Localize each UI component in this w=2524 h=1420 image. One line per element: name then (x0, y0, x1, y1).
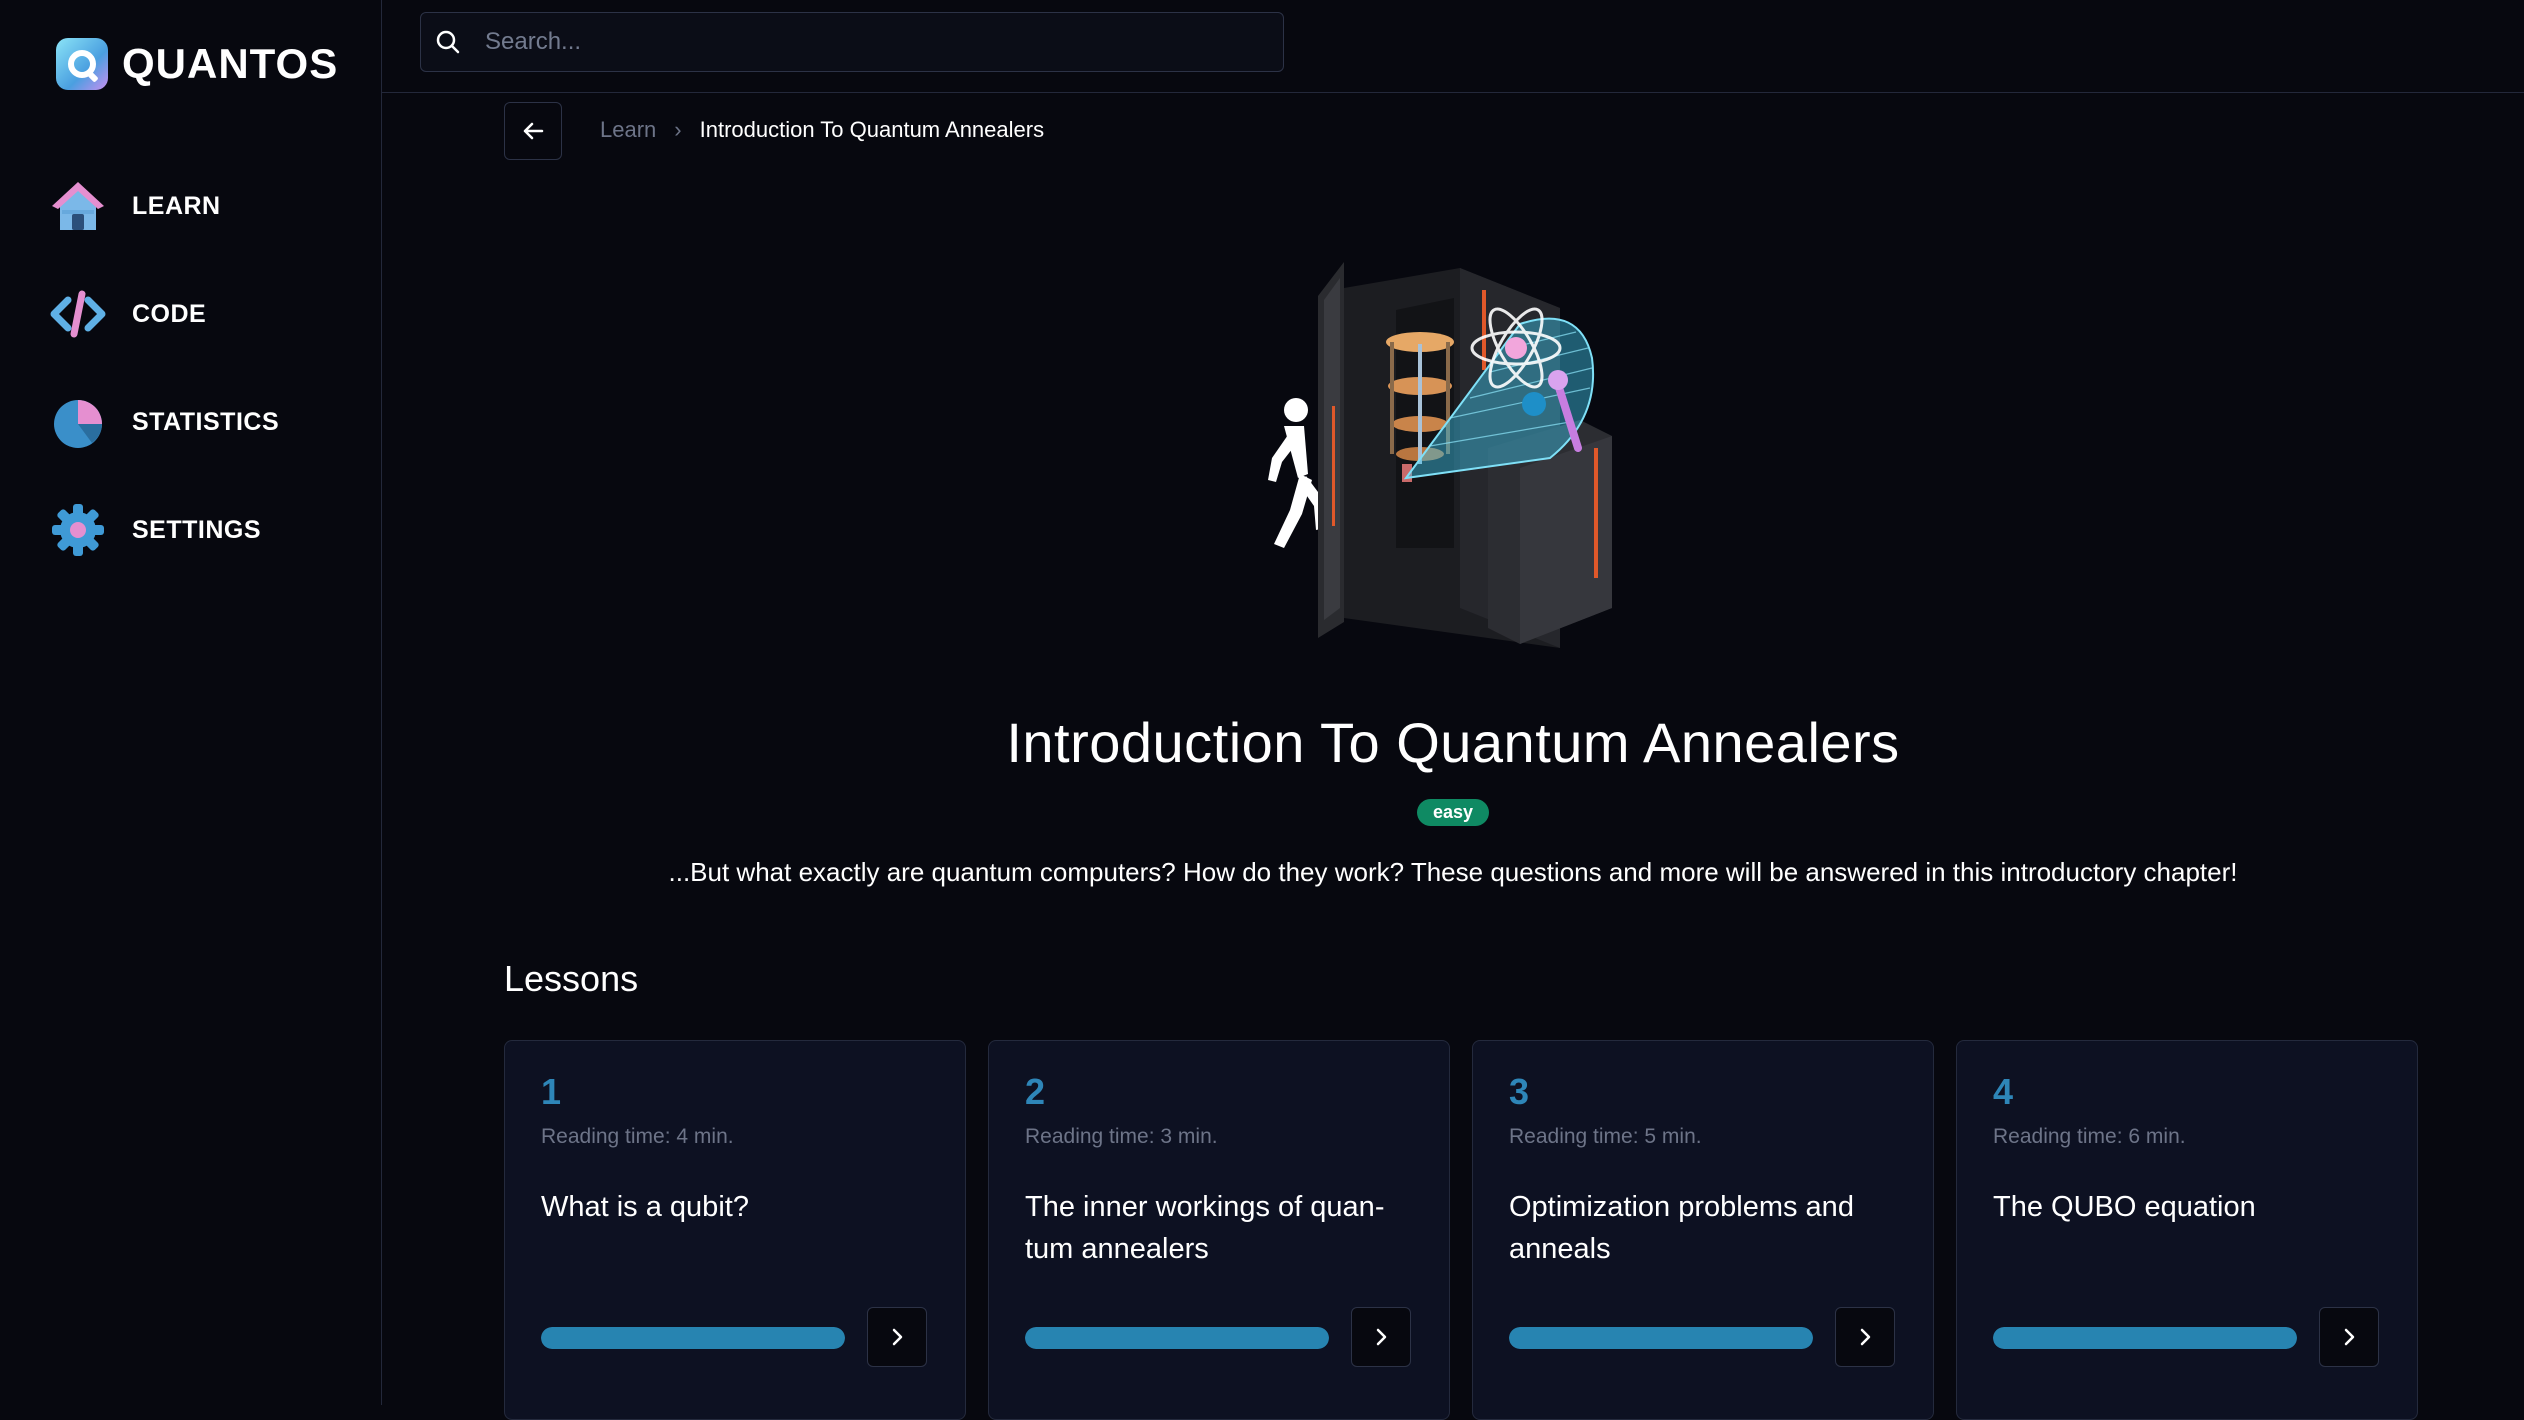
lesson-progress-bar (1025, 1327, 1329, 1349)
home-icon (52, 182, 104, 230)
difficulty-badge: easy (1416, 799, 1490, 826)
sidebar: QUANTOS LEARN CODE STATISTICS SETTINGS (0, 0, 382, 1405)
chevron-right-icon (1860, 1328, 1871, 1346)
arrow-left-icon (523, 122, 544, 140)
chevron-right-icon: › (674, 117, 682, 142)
sidebar-item-label: SETTINGS (132, 515, 262, 544)
quantum-annealer-illustration (1268, 262, 1612, 648)
open-lesson-button[interactable] (2319, 1307, 2379, 1367)
lesson-card[interactable]: 2 Reading time: 3 min. The inner working… (988, 1040, 1450, 1420)
sidebar-item-settings[interactable]: SETTINGS (48, 500, 261, 560)
lesson-title: The inner workings of quan-tum annealers (1025, 1191, 1385, 1265)
breadcrumb-learn-link[interactable]: Learn (600, 117, 656, 143)
lesson-card[interactable]: 1 Reading time: 4 min. What is a qubit? (504, 1040, 966, 1420)
course-description: ...But what exactly are quantum computer… (668, 857, 2238, 887)
search-input[interactable] (483, 27, 1267, 57)
chevron-right-icon (2344, 1328, 2355, 1346)
lesson-reading-time: Reading time: 3 min. (1025, 1125, 1218, 1148)
lesson-number: 2 (1025, 1071, 1046, 1112)
search-icon (436, 30, 460, 54)
lesson-title: The QUBO equation (1993, 1191, 2256, 1223)
open-lesson-button[interactable] (1835, 1307, 1895, 1367)
chevron-right-icon (892, 1328, 903, 1346)
sidebar-item-label: STATISTICS (132, 407, 280, 436)
lesson-title: Optimization problems and anneals (1509, 1191, 1854, 1265)
code-icon (50, 290, 106, 338)
sidebar-item-label: CODE (132, 299, 207, 328)
pie-chart-icon (54, 400, 102, 448)
lesson-title: What is a qubit? (541, 1191, 749, 1223)
lesson-number: 1 (541, 1071, 562, 1112)
gear-icon (52, 504, 104, 556)
back-button[interactable] (504, 102, 562, 160)
quantos-logo-icon (56, 38, 108, 90)
lesson-progress-bar (1509, 1327, 1813, 1349)
lessons-heading: Lessons (504, 958, 639, 999)
sidebar-item-code[interactable]: CODE (48, 284, 206, 344)
topbar (382, 0, 2524, 93)
brand[interactable]: QUANTOS (56, 38, 338, 90)
lesson-progress-bar (1993, 1327, 2297, 1349)
breadcrumb: Learn › Introduction To Quantum Annealer… (600, 117, 1044, 143)
lesson-reading-time: Reading time: 6 min. (1993, 1125, 2186, 1148)
lesson-progress-bar (541, 1327, 845, 1349)
sidebar-item-learn[interactable]: LEARN (48, 176, 221, 236)
breadcrumb-current: Introduction To Quantum Annealers (699, 117, 1045, 142)
lesson-reading-time: Reading time: 5 min. (1509, 1125, 1702, 1148)
open-lesson-button[interactable] (867, 1307, 927, 1367)
course-title: Introduction To Quantum Annealers (1006, 711, 1900, 774)
brand-name: QUANTOS (122, 40, 339, 87)
search-bar[interactable] (420, 12, 1284, 72)
difficulty-badge-wrapper: easy (382, 799, 2524, 826)
lesson-card[interactable]: 3 Reading time: 5 min. Optimization prob… (1472, 1040, 1934, 1420)
lesson-card[interactable]: 4 Reading time: 6 min. The QUBO equation (1956, 1040, 2418, 1420)
sidebar-item-statistics[interactable]: STATISTICS (48, 392, 279, 452)
lesson-reading-time: Reading time: 4 min. (541, 1125, 734, 1148)
open-lesson-button[interactable] (1351, 1307, 1411, 1367)
chevron-right-icon (1376, 1328, 1387, 1346)
lesson-number: 3 (1509, 1071, 1530, 1112)
lesson-number: 4 (1993, 1071, 2014, 1112)
sidebar-item-label: LEARN (132, 191, 221, 220)
